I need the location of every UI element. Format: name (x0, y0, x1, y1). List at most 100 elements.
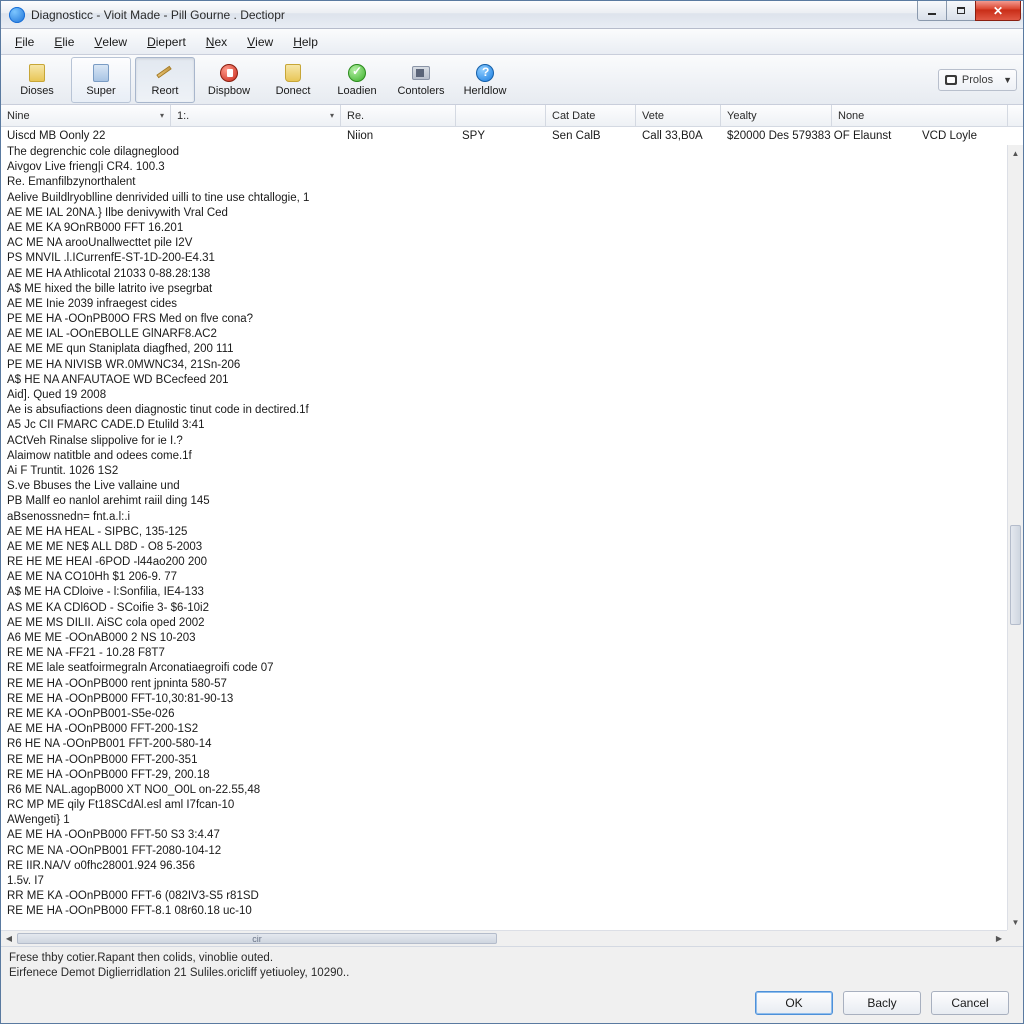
list-item[interactable]: A5 Jc CII FMARC CADE.D Etulild 3:41 (1, 418, 1007, 433)
display-button[interactable]: Dispbow (199, 57, 259, 103)
list-item[interactable]: R6 HE NA -OOnPB001 FFT-200-580-14 (1, 737, 1007, 752)
cell-6: $20000 Des 579383 OF Elaunst (721, 127, 916, 145)
maximize-button[interactable] (946, 1, 976, 21)
list-item[interactable]: PS MNVIL .l.ICurrenfE-ST-1D-200-E4.31 (1, 251, 1007, 266)
close-button[interactable]: ✕ (975, 1, 1021, 21)
list-item[interactable]: RE ME HA -OOnPB000 FFT-200-351 (1, 753, 1007, 768)
list-item[interactable]: aBsenossnedn= fnt.a.l:.i (1, 510, 1007, 525)
dioses-button[interactable]: Dioses (7, 57, 67, 103)
list-item[interactable]: Re. Emanfilbzynorthalent (1, 175, 1007, 190)
list-item[interactable]: Aid]. Qued 19 2008 (1, 388, 1007, 403)
column-header-6[interactable]: Yealty (721, 105, 832, 126)
protocol-combo[interactable]: Prolos ▼ (938, 69, 1017, 91)
column-label: 1:. (177, 110, 189, 122)
list-item[interactable]: Alaimow natitble and odees come.1f (1, 449, 1007, 464)
list-item[interactable]: PB Mallf eo nanlol arehimt raiil ding 14… (1, 494, 1007, 509)
list-item[interactable]: Aelive Buildlryoblline denrivided uilli … (1, 191, 1007, 206)
list-item[interactable]: AE ME ME NE$ ALL D8D - O8 5-2003 (1, 540, 1007, 555)
list-item[interactable]: RE ME HA -OOnPB000 FFT-10,30:81-90-13 (1, 692, 1007, 707)
list-item[interactable]: Ai F Truntit. 1026 1S2 (1, 464, 1007, 479)
menu-diepert[interactable]: Diepert (137, 29, 196, 54)
list-viewport[interactable]: The degrenchic cole dilagnegloodAivgov L… (1, 145, 1007, 930)
list-item[interactable]: PE ME HA -OOnPB00O FRS Med on flve cona? (1, 312, 1007, 327)
ok-button[interactable]: OK (755, 991, 833, 1015)
list-item[interactable]: A$ ME hixed the bille latrito ive psegrb… (1, 282, 1007, 297)
list-item[interactable]: AE ME NA CO10Hh $1 206-9. 77 (1, 570, 1007, 585)
list-item[interactable]: AE ME HA HEAL - SIPBC, 135-125 (1, 525, 1007, 540)
herldlow-button[interactable]: Herldlow (455, 57, 515, 103)
list-item[interactable]: AE ME IAL 20NA.} Ilbe denivywith Vral Ce… (1, 206, 1007, 221)
list-item[interactable]: RE ME NA -FF21 - 10.28 F8T7 (1, 646, 1007, 661)
cancel-button[interactable]: Cancel (931, 991, 1009, 1015)
list-item[interactable]: RC ME NA -OOnPB001 FFT-2080-104-12 (1, 844, 1007, 859)
list-item[interactable]: AE ME ME qun Staniplata diagfhed, 200 11… (1, 342, 1007, 357)
list-item[interactable]: AE ME HA -OOnPB000 FFT-50 S3 3:4.47 (1, 828, 1007, 843)
list-item[interactable]: Aivgov Live frieng|i CR4. 100.3 (1, 160, 1007, 175)
display-icon (219, 63, 239, 83)
status-area: Frese thby cotier.Rapant then colids, vi… (1, 947, 1023, 983)
list-item[interactable]: AC ME NA arooUnallwecttet pile I2V (1, 236, 1007, 251)
list-item[interactable]: AS ME KA CDl6OD - SCoifie 3- $6-10i2 (1, 601, 1007, 616)
column-label: Cat Date (552, 110, 595, 122)
scroll-left-icon[interactable]: ◀ (1, 931, 17, 946)
list-item[interactable]: RE IIR.NA/V o0fhc28001.924 96.356 (1, 859, 1007, 874)
report-button[interactable]: Reort (135, 57, 195, 103)
menu-nex[interactable]: Nex (196, 29, 237, 54)
column-label: Nine (7, 110, 30, 122)
list-item[interactable]: RE ME HA -OOnPB000 FFT-29, 200.18 (1, 768, 1007, 783)
list-item[interactable]: AE ME IAL -OOnEBOLLE GlNARF8.AC2 (1, 327, 1007, 342)
list-item[interactable]: R6 ME NAL.agopB000 XT NO0_O0L on-22.55,4… (1, 783, 1007, 798)
column-header-0[interactable]: Nine▾ (1, 105, 171, 126)
list-item[interactable]: S.ve Bbuses the Live vallaine und (1, 479, 1007, 494)
minimize-button[interactable] (917, 1, 947, 21)
column-header-5[interactable]: Vete (636, 105, 721, 126)
menu-file[interactable]: File (5, 29, 44, 54)
vscroll-thumb[interactable] (1010, 525, 1021, 625)
menu-elie[interactable]: Elie (44, 29, 84, 54)
donect-label: Donect (276, 85, 311, 97)
menu-help[interactable]: Help (283, 29, 328, 54)
list-item[interactable]: 1.5v. I7 (1, 874, 1007, 889)
vertical-scrollbar[interactable]: ▲ ▼ (1007, 145, 1023, 930)
list-item[interactable]: RE ME lale seatfoirmegraln Arconatiaegro… (1, 661, 1007, 676)
maximize-icon (957, 7, 965, 14)
titlebar[interactable]: Diagnosticc - Vioit Made - Pill Gourne .… (1, 1, 1023, 29)
hscroll-thumb[interactable]: cir (17, 933, 497, 944)
horizontal-scrollbar[interactable]: ◀ cir ▶ (1, 930, 1007, 946)
menu-velew[interactable]: Velew (84, 29, 137, 54)
list-item[interactable]: AE ME Inie 2039 infraegest cides (1, 297, 1007, 312)
list-item[interactable]: RC MP ME qily Ft18SCdAl.esl aml I7fcan-1… (1, 798, 1007, 813)
column-header-2[interactable]: Re. (341, 105, 456, 126)
list-item[interactable]: RR ME KA -OOnPB000 FFT-6 (082IV3-S5 r81S… (1, 889, 1007, 904)
list-item[interactable]: A6 ME ME -OOnAB000 2 NS 10-203 (1, 631, 1007, 646)
menu-view[interactable]: View (237, 29, 283, 54)
column-header-3[interactable] (456, 105, 546, 126)
column-header-4[interactable]: Cat Date (546, 105, 636, 126)
column-header-7[interactable]: None (832, 105, 1008, 126)
contolers-button[interactable]: Contolers (391, 57, 451, 103)
scroll-right-icon[interactable]: ▶ (991, 931, 1007, 946)
list-item[interactable]: RE ME HA -OOnPB000 rent jpninta 580-57 (1, 677, 1007, 692)
list-item[interactable]: A$ HE NA ANFAUTAOE WD BCecfeed 201 (1, 373, 1007, 388)
super-button[interactable]: Super (71, 57, 131, 103)
data-row-first[interactable]: Uiscd MB Oonly 22NiionSPYSen CalBCall 33… (1, 127, 1023, 145)
bacly-button[interactable]: Bacly (843, 991, 921, 1015)
loadien-button[interactable]: Loadien (327, 57, 387, 103)
donect-button[interactable]: Donect (263, 57, 323, 103)
list-item[interactable]: RE ME KA -OOnPB001-S5e-026 (1, 707, 1007, 722)
column-header-1[interactable]: 1:.▾ (171, 105, 341, 126)
scroll-up-icon[interactable]: ▲ (1008, 145, 1023, 161)
list-item[interactable]: AE ME MS DILII. AiSC cola oped 2002 (1, 616, 1007, 631)
list-item[interactable]: The degrenchic cole dilagneglood (1, 145, 1007, 160)
list-item[interactable]: RE HE ME HEAl -6POD -l44ao200 200 (1, 555, 1007, 570)
scroll-down-icon[interactable]: ▼ (1008, 914, 1023, 930)
list-item[interactable]: AWengeti} 1 (1, 813, 1007, 828)
list-item[interactable]: A$ ME HA CDloive - l:Sonfilia, IE4-133 (1, 585, 1007, 600)
list-item[interactable]: AE ME KA 9OnRB000 FFT 16.201 (1, 221, 1007, 236)
list-item[interactable]: AE ME HA Athlicotal 21033 0-88.28:138 (1, 267, 1007, 282)
list-item[interactable]: AE ME HA -OOnPB000 FFT-200-1S2 (1, 722, 1007, 737)
list-item[interactable]: RE ME HA -OOnPB000 FFT-8.1 08r60.18 uc-1… (1, 904, 1007, 919)
list-item[interactable]: Ae is absufiactions deen diagnostic tinu… (1, 403, 1007, 418)
list-item[interactable]: ACtVeh Rinalse slippolive for ie I.? (1, 434, 1007, 449)
list-item[interactable]: PE ME HA NIVISB WR.0MWNC34, 21Sn-206 (1, 358, 1007, 373)
